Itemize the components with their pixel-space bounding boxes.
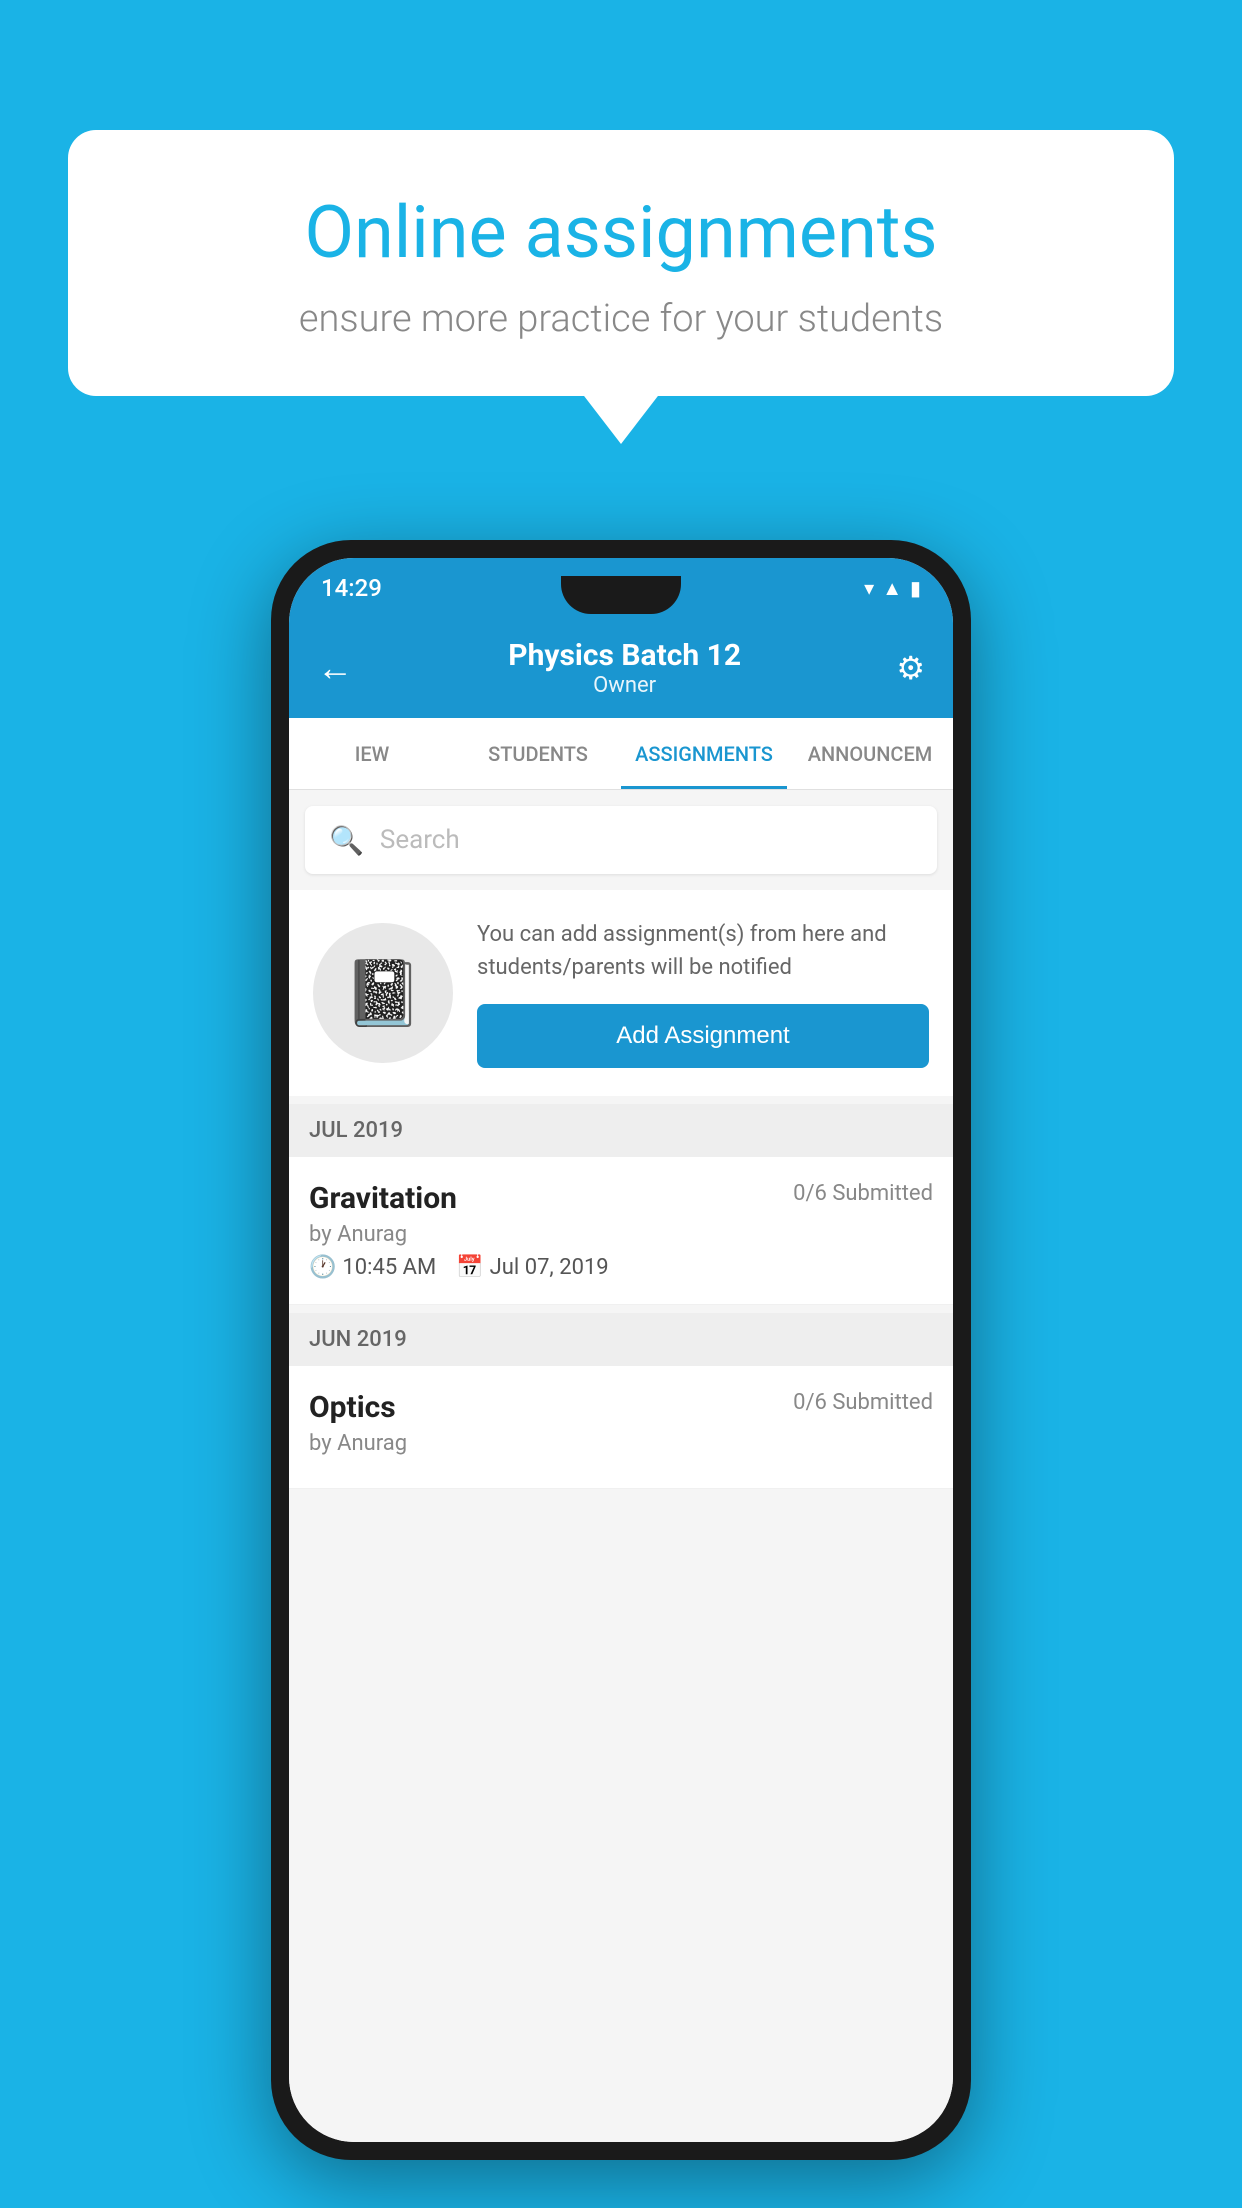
app-bar: ← Physics Batch 12 Owner ⚙ bbox=[289, 618, 953, 718]
speech-bubble: Online assignments ensure more practice … bbox=[68, 130, 1174, 396]
calendar-icon: 📅 bbox=[456, 1255, 483, 1280]
clock-icon: 🕐 bbox=[309, 1255, 336, 1280]
back-button[interactable]: ← bbox=[317, 647, 353, 689]
assignment-item-header: Gravitation 0/6 Submitted bbox=[309, 1181, 933, 1216]
assignment-title-gravitation: Gravitation bbox=[309, 1181, 457, 1216]
app-bar-title: Physics Batch 12 bbox=[508, 638, 741, 673]
speech-bubble-title: Online assignments bbox=[138, 190, 1104, 275]
speech-bubble-container: Online assignments ensure more practice … bbox=[68, 130, 1174, 396]
assignment-item-header-optics: Optics 0/6 Submitted bbox=[309, 1390, 933, 1425]
assignment-by-optics: by Anurag bbox=[309, 1431, 933, 1456]
assignment-by-gravitation: by Anurag bbox=[309, 1222, 933, 1247]
settings-button[interactable]: ⚙ bbox=[896, 649, 925, 687]
status-time: 14:29 bbox=[321, 574, 382, 602]
section-header-jul: JUL 2019 bbox=[289, 1104, 953, 1157]
assignment-submitted-gravitation: 0/6 Submitted bbox=[793, 1181, 933, 1206]
assignment-title-optics: Optics bbox=[309, 1390, 396, 1425]
assignment-notebook-icon: 📓 bbox=[343, 956, 423, 1031]
add-assignment-button[interactable]: Add Assignment bbox=[477, 1004, 929, 1068]
app-bar-subtitle: Owner bbox=[508, 673, 741, 698]
assignment-item-gravitation[interactable]: Gravitation 0/6 Submitted by Anurag 🕐 10… bbox=[289, 1157, 953, 1305]
tab-announcements[interactable]: ANNOUNCEM bbox=[787, 718, 953, 789]
search-placeholder: Search bbox=[380, 825, 460, 855]
phone-notch bbox=[561, 576, 681, 614]
tabs-bar: IEW STUDENTS ASSIGNMENTS ANNOUNCEM bbox=[289, 718, 953, 790]
tab-assignments[interactable]: ASSIGNMENTS bbox=[621, 718, 787, 789]
assignment-icon-circle: 📓 bbox=[313, 923, 453, 1063]
add-assignment-right: You can add assignment(s) from here and … bbox=[477, 918, 929, 1068]
add-assignment-card: 📓 You can add assignment(s) from here an… bbox=[289, 890, 953, 1096]
signal-icon: ▲ bbox=[882, 576, 902, 601]
phone-screen: 14:29 ▾ ▲ ▮ ← Physics Batch 12 Owner ⚙ bbox=[289, 558, 953, 2142]
status-icons: ▾ ▲ ▮ bbox=[864, 576, 921, 601]
assignment-time-gravitation: 🕐 10:45 AM bbox=[309, 1255, 436, 1280]
speech-bubble-subtitle: ensure more practice for your students bbox=[138, 297, 1104, 341]
add-assignment-description: You can add assignment(s) from here and … bbox=[477, 918, 929, 984]
search-bar[interactable]: 🔍 Search bbox=[305, 806, 937, 874]
assignment-submitted-optics: 0/6 Submitted bbox=[793, 1390, 933, 1415]
tab-students[interactable]: STUDENTS bbox=[455, 718, 621, 789]
tab-iew[interactable]: IEW bbox=[289, 718, 455, 789]
content-area: 🔍 Search 📓 You can add assignment(s) fro… bbox=[289, 790, 953, 2142]
wifi-icon: ▾ bbox=[864, 576, 874, 600]
assignment-date-gravitation: 📅 Jul 07, 2019 bbox=[456, 1255, 608, 1280]
phone-wrapper: 14:29 ▾ ▲ ▮ ← Physics Batch 12 Owner ⚙ bbox=[271, 540, 971, 2160]
section-header-jun: JUN 2019 bbox=[289, 1313, 953, 1366]
search-icon: 🔍 bbox=[329, 824, 364, 857]
assignment-meta-gravitation: 🕐 10:45 AM 📅 Jul 07, 2019 bbox=[309, 1255, 933, 1280]
battery-icon: ▮ bbox=[910, 576, 921, 600]
app-bar-title-section: Physics Batch 12 Owner bbox=[508, 638, 741, 698]
assignment-item-optics[interactable]: Optics 0/6 Submitted by Anurag bbox=[289, 1366, 953, 1489]
phone-body: 14:29 ▾ ▲ ▮ ← Physics Batch 12 Owner ⚙ bbox=[271, 540, 971, 2160]
